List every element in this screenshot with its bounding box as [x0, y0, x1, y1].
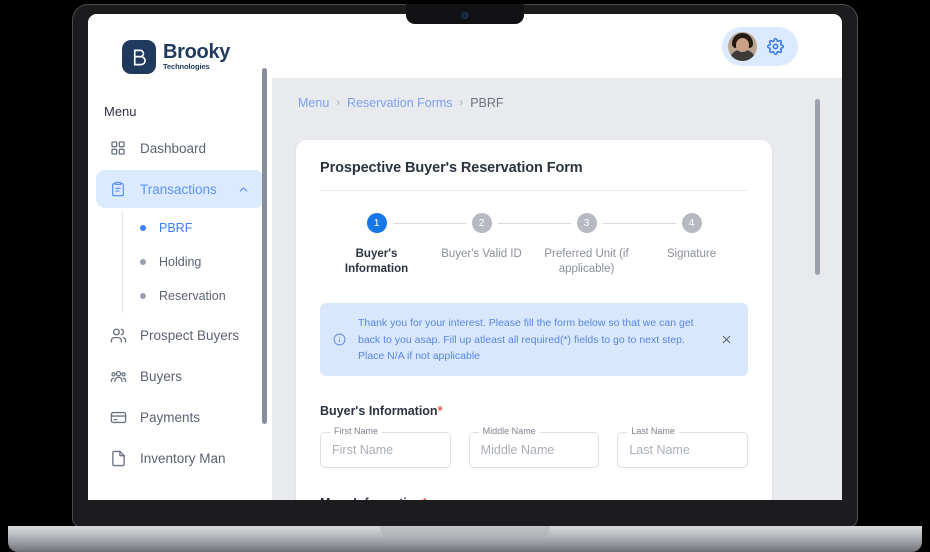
last-name-label: Last Name	[627, 427, 679, 437]
info-alert: Thank you for your interest. Please fill…	[320, 303, 748, 377]
clipboard-icon	[109, 180, 127, 198]
breadcrumb-item-pbrf: PBRF	[470, 96, 504, 110]
section-heading-buyers-information: Buyer's Information*	[320, 404, 748, 418]
last-name-input[interactable]	[629, 443, 737, 458]
content-scroll-area: Prospective Buyer's Reservation Form 1 B…	[272, 78, 842, 500]
avatar[interactable]	[728, 31, 757, 61]
info-icon	[333, 333, 347, 346]
stepper-number: 2	[471, 213, 492, 233]
stepper-connector	[392, 222, 466, 224]
sidebar-subitem-holding[interactable]: Holding	[123, 245, 272, 279]
page-title: Prospective Buyer's Reservation Form	[320, 160, 583, 176]
sidebar: Brooky Technologies Menu Dashboard Trans…	[88, 14, 272, 500]
sidebar-subitem-label: Holding	[159, 255, 202, 269]
group-icon	[109, 367, 127, 385]
user-account-pill[interactable]	[722, 26, 798, 66]
laptop-base	[8, 526, 922, 552]
sidebar-item-dashboard[interactable]: Dashboard	[96, 129, 264, 167]
reservation-form-card: Prospective Buyer's Reservation Form 1 B…	[296, 140, 772, 500]
stepper-step-1[interactable]: 1 Buyer's Information	[324, 213, 466, 277]
info-alert-text: Thank you for your interest. Please fill…	[358, 317, 694, 362]
sidebar-item-label: Transactions	[140, 181, 217, 197]
sidebar-item-transactions[interactable]: Transactions	[96, 170, 264, 208]
sidebar-item-buyers[interactable]: Buyers	[96, 357, 264, 395]
breadcrumb-separator: ›	[336, 97, 340, 109]
brand-name: Brooky	[163, 40, 231, 63]
first-name-field[interactable]: First Name	[320, 427, 451, 469]
brand-subtitle: Technologies	[163, 61, 210, 71]
sidebar-item-label: Inventory Man	[140, 450, 226, 466]
first-name-input[interactable]	[332, 443, 439, 458]
laptop-base-notch	[380, 526, 550, 537]
top-bar	[272, 14, 842, 78]
bullet-icon	[140, 225, 146, 231]
breadcrumb-item-menu[interactable]: Menu	[298, 96, 329, 110]
sidebar-menu-heading: Menu	[104, 104, 137, 119]
stepper-connector	[497, 222, 571, 224]
sidebar-subitem-label: PBRF	[159, 221, 193, 235]
sidebar-item-label: Buyers	[140, 368, 183, 384]
document-icon	[109, 449, 127, 467]
users-icon	[109, 326, 127, 344]
stepper-label: Signature	[666, 248, 717, 260]
sidebar-scrollbar-thumb[interactable]	[262, 68, 267, 424]
stepper-label: Buyer's Information	[344, 248, 409, 276]
middle-name-input[interactable]	[480, 443, 588, 458]
sidebar-subitem-pbrf[interactable]: PBRF	[123, 211, 272, 245]
bullet-icon	[140, 293, 146, 299]
stepper-number: 1	[366, 213, 387, 233]
stepper-number: 3	[576, 213, 597, 233]
middle-name-field[interactable]: Middle Name	[468, 427, 600, 469]
avatar-face	[736, 37, 749, 52]
required-marker: *	[437, 404, 443, 419]
sidebar-item-payments[interactable]: Payments	[96, 398, 264, 436]
title-divider	[320, 190, 748, 191]
breadcrumb: Menu › Reservation Forms › PBRF	[298, 96, 504, 110]
middle-name-label: Middle Name	[478, 427, 540, 437]
required-marker: *	[422, 496, 427, 500]
close-icon[interactable]	[720, 333, 734, 346]
main-content: Menu › Reservation Forms › PBRF Prospect…	[272, 14, 842, 500]
webcam-notch	[406, 4, 524, 24]
sidebar-item-prospect-buyers[interactable]: Prospect Buyers	[96, 316, 264, 354]
grid-icon	[109, 139, 127, 157]
brand-wordmark: Brooky Technologies	[163, 42, 230, 73]
bullet-icon	[140, 259, 146, 265]
sidebar-item-inventory-management[interactable]: Inventory Man	[96, 439, 264, 477]
breadcrumb-separator: ›	[459, 97, 464, 109]
screen-viewport: Brooky Technologies Menu Dashboard Trans…	[88, 14, 842, 500]
breadcrumb-item-reservation-forms[interactable]: Reservation Forms	[347, 96, 453, 110]
last-name-field[interactable]: Last Name	[617, 427, 749, 469]
sidebar-submenu-transactions: PBRF Holding Reservation	[122, 211, 272, 313]
form-stepper: 1 Buyer's Information 2 Buyer's Valid ID…	[320, 213, 748, 277]
chevron-up-icon[interactable]	[237, 183, 250, 196]
card-icon	[109, 408, 127, 426]
section-heading-text: More Information	[320, 496, 422, 500]
webcam-icon	[461, 12, 469, 19]
brand-logo[interactable]: Brooky Technologies	[88, 14, 272, 74]
sidebar-subitem-label: Reservation	[159, 289, 226, 303]
sidebar-item-label: Prospect Buyers	[140, 327, 240, 343]
name-field-row: First Name Middle Name Last Name	[320, 427, 749, 469]
brooky-logo-icon	[122, 40, 156, 74]
sidebar-item-label: Dashboard	[140, 140, 207, 156]
stepper-number: 4	[681, 213, 702, 233]
stepper-step-4[interactable]: 4 Signature	[639, 213, 744, 262]
sidebar-subitem-reservation[interactable]: Reservation	[123, 279, 272, 313]
stepper-connector	[602, 222, 676, 224]
laptop-mockup: Brooky Technologies Menu Dashboard Trans…	[0, 0, 930, 552]
gear-icon[interactable]	[767, 37, 784, 55]
section-heading-more-information: More Information*	[320, 496, 748, 500]
first-name-label: First Name	[330, 427, 383, 437]
stepper-label: Preferred Unit (if applicable)	[544, 248, 629, 276]
main-scrollbar-thumb[interactable]	[815, 99, 820, 275]
stepper-label: Buyer's Valid ID	[441, 248, 522, 260]
section-heading-text: Buyer's Information	[320, 404, 438, 419]
stepper-step-2[interactable]: 2 Buyer's Valid ID	[429, 213, 571, 262]
sidebar-item-label: Payments	[140, 409, 201, 425]
